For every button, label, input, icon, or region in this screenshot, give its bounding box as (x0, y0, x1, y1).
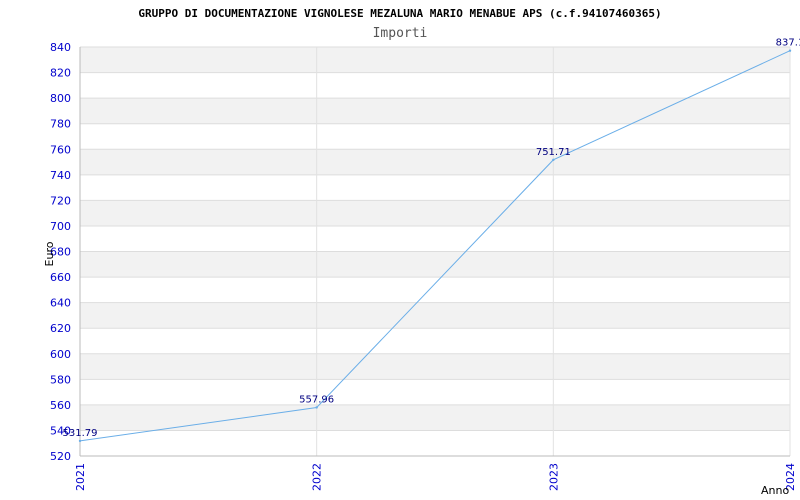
grid-band (80, 353, 790, 380)
grid-band (80, 47, 790, 73)
grid-band (80, 251, 790, 278)
grid-band (80, 404, 790, 431)
x-axis-label: Anno (761, 484, 789, 497)
y-tick-label: 600 (50, 348, 71, 361)
grid-band (80, 149, 790, 175)
y-tick-label: 800 (50, 92, 71, 105)
grid-bands (80, 47, 790, 431)
y-tick-label: 840 (50, 41, 71, 54)
grid-band (80, 302, 790, 329)
data-label: 751.71 (536, 147, 571, 158)
x-tick-labels: 2021 2022 2023 2024 (74, 463, 797, 491)
line-chart: 5205405605806006206406606807007207407607… (43, 7, 800, 497)
y-tick-label: 720 (50, 194, 71, 207)
chart-subtitle: Importi (373, 26, 428, 41)
data-label: 837.1 (776, 38, 800, 49)
y-tick-label: 660 (50, 271, 71, 284)
y-tick-label: 580 (50, 373, 71, 386)
chart-title: GRUPPO DI DOCUMENTAZIONE VIGNOLESE MEZAL… (138, 7, 661, 20)
y-tick-label: 740 (50, 169, 71, 182)
y-tick-label: 640 (50, 297, 71, 310)
x-tick-label: 2022 (311, 463, 324, 491)
y-axis-label: Euro (43, 241, 56, 266)
data-point (315, 406, 318, 409)
data-label: 531.79 (63, 428, 98, 439)
data-point (78, 439, 82, 443)
data-point (552, 158, 555, 162)
y-tick-label: 820 (50, 67, 71, 80)
y-tick-label: 520 (50, 450, 71, 463)
x-tick-label: 2023 (547, 463, 560, 491)
data-point (788, 49, 792, 52)
grid-band (80, 200, 790, 226)
y-tick-label: 760 (50, 143, 71, 156)
x-tick-label: 2021 (74, 463, 87, 491)
y-tick-label: 700 (50, 220, 71, 233)
y-tick-label: 780 (50, 118, 71, 131)
y-tick-label: 620 (50, 322, 71, 335)
y-tick-label: 560 (50, 399, 71, 412)
grid-band (80, 98, 790, 124)
data-label: 557.96 (299, 394, 334, 405)
